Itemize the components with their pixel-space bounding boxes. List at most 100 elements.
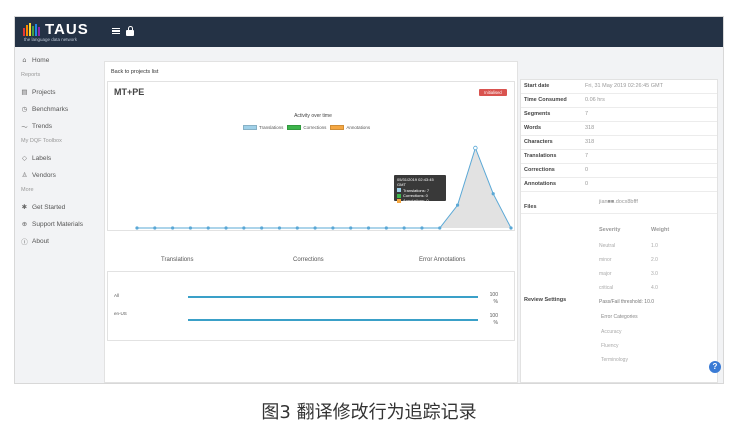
severity-weight: 1.0 — [651, 243, 658, 249]
data-point[interactable] — [402, 226, 406, 230]
error-category: Accuracy — [601, 329, 622, 335]
severity-weight: 2.0 — [651, 257, 658, 263]
data-point[interactable] — [491, 192, 495, 196]
severity-weight: 3.0 — [651, 271, 658, 277]
benchmarks-icon: ◷ — [21, 105, 28, 113]
progress-percent-en-us: 100 % — [489, 313, 498, 326]
sidebar-item-home[interactable]: ⌂ Home — [21, 55, 49, 65]
data-point[interactable] — [171, 226, 175, 230]
info-value-characters: 318 — [585, 139, 595, 145]
info-value-time-consumed: 0.06 hrs — [585, 97, 605, 103]
top-navbar: TAUS the language data network — [15, 17, 723, 47]
trends-icon: 〜 — [21, 123, 28, 131]
info-value-annotations: 0 — [585, 181, 589, 187]
progress-percent-all: 100 % — [489, 292, 498, 305]
data-point[interactable] — [206, 226, 210, 230]
info-divider — [521, 93, 717, 94]
legend-label: Corrections — [303, 124, 327, 130]
info-label-start-date: Start date — [524, 83, 550, 89]
sidebar-item-label: Vendors — [32, 171, 56, 179]
data-point[interactable] — [242, 226, 246, 230]
project-title: MT+PE — [114, 87, 145, 97]
vendor-icon: ♙ — [21, 171, 28, 179]
data-point[interactable] — [153, 226, 157, 230]
back-to-projects-link[interactable]: Back to projects list — [111, 69, 158, 75]
data-point[interactable] — [509, 226, 513, 230]
data-point[interactable] — [260, 226, 264, 230]
info-value-corrections: 0 — [585, 167, 589, 173]
sidebar-item-label: Support Materials — [32, 220, 83, 228]
sidebar-section-more: More — [21, 187, 34, 193]
logo-bar — [32, 26, 34, 36]
legend-item-corrections[interactable]: Corrections — [287, 124, 327, 130]
data-point[interactable] — [366, 226, 371, 230]
data-point[interactable] — [331, 226, 335, 230]
info-label-words: Words — [524, 125, 542, 131]
legend-item-annotations[interactable]: Annotations — [330, 124, 370, 130]
gear-icon: ✱ — [21, 203, 28, 211]
weight-header: Weight — [651, 227, 670, 233]
data-point[interactable] — [349, 226, 353, 230]
legend-swatch — [330, 124, 345, 130]
lock-icon[interactable] — [126, 26, 134, 36]
sidebar-item-label: Get Started — [32, 203, 66, 211]
info-icon: ⓘ — [21, 238, 28, 246]
logo-text: TAUS — [45, 21, 89, 38]
sidebar-item-benchmarks[interactable]: ◷ Benchmarks — [21, 104, 68, 114]
support-icon: ⊕ — [21, 220, 28, 228]
data-point[interactable] — [313, 226, 317, 230]
help-button[interactable]: ? — [709, 361, 721, 373]
activity-chart[interactable] — [115, 132, 515, 232]
data-point[interactable] — [135, 226, 139, 230]
sidebar-item-trends[interactable]: 〜 Trends — [21, 121, 52, 132]
data-point[interactable] — [438, 226, 442, 230]
sidebar-item-projects[interactable]: ▤ Projects — [21, 87, 55, 97]
legend-swatch — [287, 124, 302, 130]
progress-bar-all — [188, 296, 478, 298]
sidebar-section-reports: Reports — [21, 72, 41, 78]
data-point[interactable] — [277, 226, 282, 230]
file-link[interactable]: jian■■.docx8bfff — [599, 199, 638, 205]
info-value-translations: 7 — [585, 153, 589, 159]
data-point[interactable] — [384, 226, 388, 230]
info-divider — [521, 163, 717, 164]
data-point[interactable] — [420, 226, 424, 230]
tab-corrections[interactable]: Corrections — [293, 257, 324, 263]
taus-logo[interactable]: TAUS the language data network — [23, 20, 105, 44]
sidebar-item-about[interactable]: ⓘ About — [21, 236, 49, 247]
error-category: Terminology — [601, 357, 628, 363]
projects-icon: ▤ — [21, 88, 28, 96]
severity-name: major — [599, 271, 612, 277]
severity-header: Severity — [599, 227, 621, 233]
sidebar-item-labels[interactable]: ◇ Labels — [21, 153, 51, 163]
tab-translations[interactable]: Translations — [161, 257, 193, 263]
sidebar-item-label: Trends — [32, 122, 52, 130]
data-point[interactable] — [473, 145, 478, 151]
sidebar-item-label: Projects — [32, 88, 56, 96]
info-label-corrections: Corrections — [524, 167, 555, 173]
progress-label-en-us: en-US — [114, 311, 127, 316]
logo-bar — [38, 27, 40, 36]
severity-name: Neutral — [599, 243, 616, 249]
logo-bars — [23, 23, 40, 36]
info-value-segments: 7 — [585, 111, 589, 117]
error-categories-header: Error Categories — [601, 314, 638, 320]
menu-toggle-icon[interactable] — [112, 28, 120, 34]
home-icon: ⌂ — [22, 56, 27, 64]
legend-item-translations[interactable]: Translations — [243, 124, 284, 130]
data-point[interactable] — [295, 226, 299, 230]
data-point[interactable] — [224, 226, 228, 230]
data-point[interactable] — [455, 203, 460, 207]
tooltip-date: 05/31/2019 02:43:45 GMT — [397, 177, 434, 188]
sidebar-item-get-started[interactable]: ✱ Get Started — [21, 202, 65, 212]
info-divider — [521, 177, 717, 178]
data-point[interactable] — [188, 226, 193, 230]
status-badge: Initialised — [479, 89, 507, 96]
tab-error-annotations[interactable]: Error Annotations — [419, 257, 465, 263]
sidebar-item-support-materials[interactable]: ⊕ Support Materials — [21, 219, 83, 229]
legend-swatch — [243, 124, 257, 130]
severity-name: critical — [599, 285, 614, 291]
sidebar-item-vendors[interactable]: ♙ Vendors — [21, 170, 56, 180]
label-icon: ◇ — [22, 154, 27, 162]
legend-label: Translations — [259, 124, 284, 130]
